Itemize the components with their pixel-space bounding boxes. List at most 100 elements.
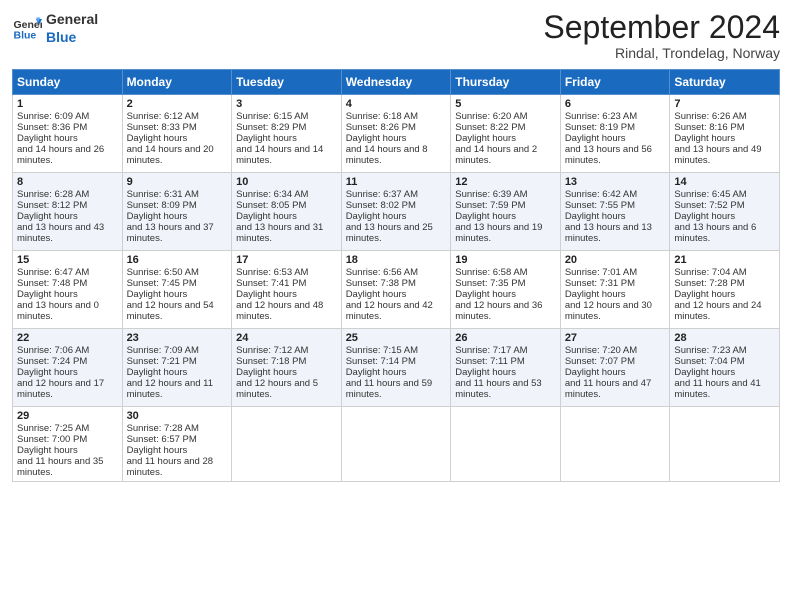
day-number: 22 (17, 332, 118, 344)
sunset-text: Sunset: 8:36 PM (17, 122, 87, 133)
table-row: 28Sunrise: 7:23 AMSunset: 7:04 PMDayligh… (670, 329, 780, 407)
sunset-text: Sunset: 7:48 PM (17, 278, 87, 289)
sunrise-text: Sunrise: 6:18 AM (346, 111, 418, 122)
daylight-label: Daylight hours (17, 133, 78, 144)
day-number: 8 (17, 176, 118, 188)
logo-blue: Blue (46, 28, 98, 46)
col-wednesday: Wednesday (341, 70, 451, 95)
table-row (341, 407, 451, 482)
daylight-value: and 13 hours and 31 minutes. (236, 222, 323, 244)
sunrise-text: Sunrise: 6:45 AM (674, 189, 746, 200)
day-number: 1 (17, 98, 118, 110)
daylight-label: Daylight hours (236, 367, 297, 378)
table-row: 21Sunrise: 7:04 AMSunset: 7:28 PMDayligh… (670, 251, 780, 329)
day-number: 28 (674, 332, 775, 344)
daylight-label: Daylight hours (236, 133, 297, 144)
day-number: 13 (565, 176, 666, 188)
table-row (451, 407, 561, 482)
day-number: 25 (346, 332, 447, 344)
daylight-value: and 13 hours and 0 minutes. (17, 300, 99, 322)
daylight-value: and 12 hours and 42 minutes. (346, 300, 433, 322)
daylight-value: and 11 hours and 35 minutes. (17, 456, 103, 478)
table-row: 22Sunrise: 7:06 AMSunset: 7:24 PMDayligh… (13, 329, 123, 407)
sunset-text: Sunset: 7:38 PM (346, 278, 416, 289)
sunset-text: Sunset: 7:41 PM (236, 278, 306, 289)
sunset-text: Sunset: 7:31 PM (565, 278, 635, 289)
daylight-value: and 14 hours and 26 minutes. (17, 144, 104, 166)
table-row: 3Sunrise: 6:15 AMSunset: 8:29 PMDaylight… (232, 95, 342, 173)
day-number: 3 (236, 98, 337, 110)
month-title: September 2024 (543, 10, 780, 45)
daylight-label: Daylight hours (236, 289, 297, 300)
sunrise-text: Sunrise: 6:31 AM (127, 189, 199, 200)
day-number: 23 (127, 332, 228, 344)
table-row: 2Sunrise: 6:12 AMSunset: 8:33 PMDaylight… (122, 95, 232, 173)
sunrise-text: Sunrise: 6:58 AM (455, 267, 527, 278)
day-number: 24 (236, 332, 337, 344)
daylight-value: and 11 hours and 53 minutes. (455, 378, 541, 400)
sunrise-text: Sunrise: 7:25 AM (17, 423, 89, 434)
col-thursday: Thursday (451, 70, 561, 95)
day-number: 18 (346, 254, 447, 266)
daylight-label: Daylight hours (346, 211, 407, 222)
sunset-text: Sunset: 6:57 PM (127, 434, 197, 445)
table-row: 26Sunrise: 7:17 AMSunset: 7:11 PMDayligh… (451, 329, 561, 407)
sunrise-text: Sunrise: 6:42 AM (565, 189, 637, 200)
sunrise-text: Sunrise: 6:50 AM (127, 267, 199, 278)
daylight-value: and 12 hours and 17 minutes. (17, 378, 104, 400)
daylight-label: Daylight hours (127, 133, 188, 144)
svg-text:Blue: Blue (14, 30, 37, 42)
table-row: 12Sunrise: 6:39 AMSunset: 7:59 PMDayligh… (451, 173, 561, 251)
sunrise-text: Sunrise: 7:15 AM (346, 345, 418, 356)
daylight-label: Daylight hours (346, 289, 407, 300)
daylight-label: Daylight hours (565, 211, 626, 222)
col-friday: Friday (560, 70, 670, 95)
calendar-week-row: 29Sunrise: 7:25 AMSunset: 7:00 PMDayligh… (13, 407, 780, 482)
sunrise-text: Sunrise: 6:53 AM (236, 267, 308, 278)
daylight-label: Daylight hours (346, 367, 407, 378)
day-number: 2 (127, 98, 228, 110)
day-number: 15 (17, 254, 118, 266)
sunrise-text: Sunrise: 6:39 AM (455, 189, 527, 200)
daylight-value: and 11 hours and 41 minutes. (674, 378, 760, 400)
calendar-week-row: 22Sunrise: 7:06 AMSunset: 7:24 PMDayligh… (13, 329, 780, 407)
calendar-table: Sunday Monday Tuesday Wednesday Thursday… (12, 69, 780, 482)
table-row: 27Sunrise: 7:20 AMSunset: 7:07 PMDayligh… (560, 329, 670, 407)
sunrise-text: Sunrise: 6:37 AM (346, 189, 418, 200)
sunset-text: Sunset: 7:14 PM (346, 356, 416, 367)
sunset-text: Sunset: 7:04 PM (674, 356, 744, 367)
daylight-value: and 12 hours and 30 minutes. (565, 300, 652, 322)
logo-icon: General Blue (12, 13, 42, 43)
sunrise-text: Sunrise: 7:12 AM (236, 345, 308, 356)
table-row (560, 407, 670, 482)
sunrise-text: Sunrise: 7:09 AM (127, 345, 199, 356)
table-row: 9Sunrise: 6:31 AMSunset: 8:09 PMDaylight… (122, 173, 232, 251)
daylight-value: and 12 hours and 24 minutes. (674, 300, 761, 322)
daylight-value: and 13 hours and 13 minutes. (565, 222, 652, 244)
day-number: 30 (127, 410, 228, 422)
day-number: 17 (236, 254, 337, 266)
table-row: 24Sunrise: 7:12 AMSunset: 7:18 PMDayligh… (232, 329, 342, 407)
sunset-text: Sunset: 7:28 PM (674, 278, 744, 289)
daylight-label: Daylight hours (127, 211, 188, 222)
table-row: 13Sunrise: 6:42 AMSunset: 7:55 PMDayligh… (560, 173, 670, 251)
daylight-value: and 13 hours and 25 minutes. (346, 222, 433, 244)
day-number: 16 (127, 254, 228, 266)
table-row: 19Sunrise: 6:58 AMSunset: 7:35 PMDayligh… (451, 251, 561, 329)
logo-general: General (46, 10, 98, 28)
daylight-label: Daylight hours (674, 289, 735, 300)
day-number: 14 (674, 176, 775, 188)
sunrise-text: Sunrise: 6:15 AM (236, 111, 308, 122)
daylight-value: and 13 hours and 19 minutes. (455, 222, 542, 244)
daylight-value: and 14 hours and 8 minutes. (346, 144, 428, 166)
table-row: 16Sunrise: 6:50 AMSunset: 7:45 PMDayligh… (122, 251, 232, 329)
sunset-text: Sunset: 8:22 PM (455, 122, 525, 133)
daylight-value: and 13 hours and 6 minutes. (674, 222, 756, 244)
table-row: 30Sunrise: 7:28 AMSunset: 6:57 PMDayligh… (122, 407, 232, 482)
daylight-label: Daylight hours (674, 367, 735, 378)
day-number: 5 (455, 98, 556, 110)
daylight-value: and 13 hours and 37 minutes. (127, 222, 214, 244)
sunset-text: Sunset: 8:19 PM (565, 122, 635, 133)
day-number: 7 (674, 98, 775, 110)
col-saturday: Saturday (670, 70, 780, 95)
